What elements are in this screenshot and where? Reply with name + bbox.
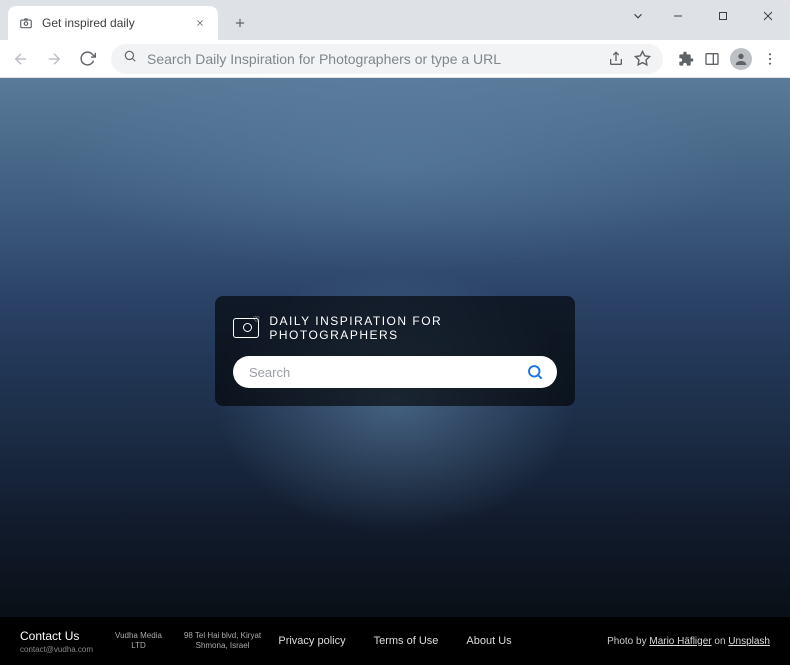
back-button[interactable] — [6, 44, 36, 74]
maximize-button[interactable] — [700, 0, 745, 32]
reload-button[interactable] — [72, 44, 102, 74]
bookmark-star-icon[interactable] — [634, 50, 651, 67]
new-tab-button[interactable] — [226, 9, 254, 37]
about-link[interactable]: About Us — [466, 635, 511, 647]
company-name: Vudha Media LTD — [115, 631, 162, 650]
contact-email: contact@vudha.com — [20, 645, 93, 654]
tab-favicon-camera-icon — [18, 15, 34, 31]
page-footer: Contact Us contact@vudha.com Vudha Media… — [0, 617, 790, 665]
window-controls — [621, 0, 790, 40]
tab-close-icon[interactable] — [192, 15, 208, 31]
forward-button[interactable] — [39, 44, 69, 74]
browser-window: Get inspired daily — [0, 0, 790, 665]
extensions-icon[interactable] — [678, 51, 694, 67]
tab-title: Get inspired daily — [42, 16, 184, 30]
tab-search-chevron-icon[interactable] — [621, 0, 655, 32]
share-icon[interactable] — [608, 51, 624, 67]
omnibox[interactable]: Search Daily Inspiration for Photographe… — [111, 44, 663, 74]
close-window-button[interactable] — [745, 0, 790, 32]
photo-credit: Photo by Mario Häfliger on Unsplash — [607, 636, 770, 647]
omnibox-placeholder: Search Daily Inspiration for Photographe… — [147, 51, 598, 67]
camera-heart-icon — [233, 318, 259, 338]
footer-left: Contact Us contact@vudha.com Vudha Media… — [20, 629, 261, 654]
search-card: DAILY INSPIRATION FOR PHOTOGRAPHERS — [215, 296, 575, 406]
terms-link[interactable]: Terms of Use — [374, 635, 439, 647]
titlebar: Get inspired daily — [0, 0, 790, 40]
browser-tab[interactable]: Get inspired daily — [8, 6, 218, 40]
search-input[interactable] — [249, 365, 523, 380]
credit-author-link[interactable]: Mario Häfliger — [649, 636, 711, 647]
browser-toolbar: Search Daily Inspiration for Photographe… — [0, 40, 790, 78]
page-content: DAILY INSPIRATION FOR PHOTOGRAPHERS Cont… — [0, 78, 790, 665]
toolbar-actions — [672, 48, 784, 70]
profile-avatar[interactable] — [730, 48, 752, 70]
search-submit-icon[interactable] — [523, 360, 547, 384]
credit-source-link[interactable]: Unsplash — [728, 636, 770, 647]
company-address: 98 Tel Hai blvd, Kiryat Shmona, Israel — [184, 631, 261, 650]
minimize-button[interactable] — [655, 0, 700, 32]
contact-us-label: Contact Us — [20, 629, 93, 643]
privacy-link[interactable]: Privacy policy — [278, 635, 345, 647]
menu-kebab-icon[interactable] — [762, 51, 778, 67]
page-searchbox[interactable] — [233, 356, 557, 388]
search-icon — [123, 49, 137, 68]
brand-row: DAILY INSPIRATION FOR PHOTOGRAPHERS — [233, 314, 557, 342]
footer-links: Privacy policy Terms of Use About Us — [278, 635, 511, 647]
sidepanel-icon[interactable] — [704, 51, 720, 67]
brand-title: DAILY INSPIRATION FOR PHOTOGRAPHERS — [269, 314, 557, 342]
